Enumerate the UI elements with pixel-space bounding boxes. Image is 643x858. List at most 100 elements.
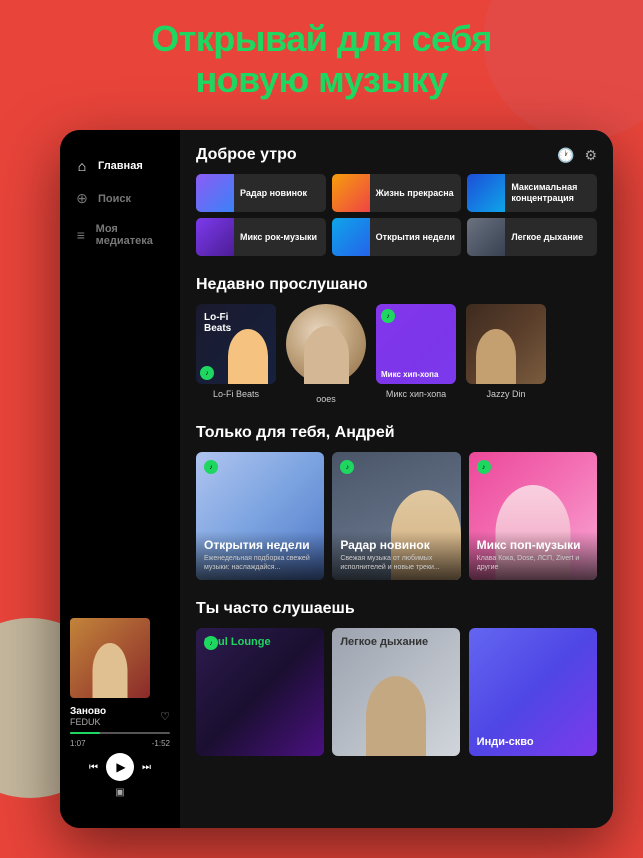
spotify-badge-hiphop: ♪ bbox=[381, 309, 395, 323]
recently-jazzy[interactable]: Jazzy Din bbox=[466, 304, 546, 404]
player-info: Заново FEDUK ♡ bbox=[70, 706, 170, 727]
breathe-label: Легкое дыхание bbox=[340, 636, 428, 648]
main-content: Доброе утро 🕐 ⚙ Радар новинок Жизнь прек… bbox=[180, 130, 613, 828]
quick-thumb-breathe bbox=[467, 218, 505, 256]
next-button[interactable]: ⏭ bbox=[142, 762, 151, 773]
lofi-card-wrap: Lo-FiBeats ♪ bbox=[196, 304, 276, 384]
quick-thumb-radar bbox=[196, 174, 234, 212]
quick-item-life[interactable]: Жизнь прекрасна bbox=[332, 174, 462, 212]
jazzy-card-wrap bbox=[466, 304, 546, 384]
time-total: -1:52 bbox=[152, 739, 170, 748]
time-row: 1:07 -1:52 bbox=[70, 739, 170, 748]
ooes-figure bbox=[304, 326, 349, 384]
recently-header: Недавно прослушано bbox=[196, 276, 597, 294]
jazzy-figure bbox=[476, 329, 516, 384]
quick-label-discovery: Открытия недели bbox=[370, 232, 461, 243]
radar-overlay: Радар новинок Свежая музыка от любимых и… bbox=[332, 531, 460, 580]
sidebar-item-home[interactable]: ⌂ Главная bbox=[60, 150, 180, 182]
hiphop-img: Микс хип-хопа ♪ bbox=[376, 304, 456, 384]
player-artist: FEDUK bbox=[70, 717, 106, 727]
quick-item-maxconc[interactable]: Максимальная концентрация bbox=[467, 174, 597, 212]
search-icon: ⊕ bbox=[74, 190, 90, 207]
quick-item-breathe[interactable]: Легкое дыхание bbox=[467, 218, 597, 256]
hiphop-label: Микс хип-хопа bbox=[381, 370, 451, 379]
often-breathe[interactable]: Легкое дыхание bbox=[332, 628, 460, 756]
lofi-name: Lo-Fi Beats bbox=[196, 389, 276, 399]
player-title: Заново bbox=[70, 706, 106, 717]
greeting-header: Доброе утро 🕐 ⚙ bbox=[196, 146, 597, 164]
jazzy-name: Jazzy Din bbox=[466, 389, 546, 399]
spotify-badge-lofi: ♪ bbox=[200, 366, 214, 380]
header-line1: Открывай для себя bbox=[151, 18, 492, 59]
foryou-grid: ♪ Открытия недели Еженедельная подборка … bbox=[196, 452, 597, 580]
player: Заново FEDUK ♡ 1:07 -1:52 ⏮ ▶ ⏭ ▣ bbox=[60, 608, 180, 808]
header-text: Открывай для себя новую музыку bbox=[0, 18, 643, 101]
prev-button[interactable]: ⏮ bbox=[89, 762, 98, 773]
ooes-img bbox=[286, 304, 366, 384]
foryou-pop[interactable]: ♪ Микс поп-музыки Клава Кока, Dose, ЛСП,… bbox=[469, 452, 597, 580]
sidebar-item-library[interactable]: ≡ Моя медиатека bbox=[60, 215, 180, 255]
sidebar-item-search[interactable]: ⊕ Поиск bbox=[60, 182, 180, 215]
often-soul[interactable]: ♪ Soul Lounge bbox=[196, 628, 324, 756]
recently-ooes[interactable]: ooes bbox=[286, 304, 366, 404]
foryou-radar[interactable]: ♪ Радар новинок Свежая музыка от любимых… bbox=[332, 452, 460, 580]
indie-label: Инди-скво bbox=[477, 736, 534, 748]
progress-fill bbox=[70, 732, 100, 734]
quick-label-rockmix: Микс рок-музыки bbox=[234, 232, 323, 243]
foryou-pop-img: ♪ Микс поп-музыки Клава Кока, Dose, ЛСП,… bbox=[469, 452, 597, 580]
time-current: 1:07 bbox=[70, 739, 86, 748]
player-album-art bbox=[70, 618, 150, 698]
play-button[interactable]: ▶ bbox=[106, 753, 134, 781]
ooes-card-wrap bbox=[286, 304, 366, 389]
hiphop-card-wrap: Микс хип-хопа ♪ bbox=[376, 304, 456, 384]
jazzy-img bbox=[466, 304, 546, 384]
history-icon[interactable]: 🕐 bbox=[557, 147, 574, 164]
recently-row: Lo-FiBeats ♪ Lo-Fi Beats ooes bbox=[196, 304, 597, 404]
settings-icon[interactable]: ⚙ bbox=[584, 147, 597, 164]
player-art-figure bbox=[93, 643, 128, 698]
sidebar-search-label: Поиск bbox=[98, 193, 131, 205]
radar-title: Радар новинок bbox=[340, 539, 452, 552]
sidebar: ⌂ Главная ⊕ Поиск ≡ Моя медиатека Заново… bbox=[60, 130, 180, 828]
cast-icon: ▣ bbox=[115, 787, 124, 798]
quick-thumb-rockmix bbox=[196, 218, 234, 256]
recently-lofi[interactable]: Lo-FiBeats ♪ Lo-Fi Beats bbox=[196, 304, 276, 404]
breathe-person bbox=[366, 676, 426, 756]
discovery-desc: Еженедельная подборка свежей музыки: нас… bbox=[204, 554, 316, 572]
often-grid: ♪ Soul Lounge Легкое дыхание Инди-скво bbox=[196, 628, 597, 756]
quick-item-discovery[interactable]: Открытия недели bbox=[332, 218, 462, 256]
recently-title: Недавно прослушано bbox=[196, 276, 368, 294]
quick-grid: Радар новинок Жизнь прекрасна Максимальн… bbox=[196, 174, 597, 256]
often-indie[interactable]: Инди-скво bbox=[469, 628, 597, 756]
lofi-figure bbox=[228, 329, 268, 384]
radar-desc: Свежая музыка от любимых исполнителей и … bbox=[340, 554, 452, 572]
quick-thumb-life bbox=[332, 174, 370, 212]
lofi-card-text: Lo-FiBeats bbox=[204, 312, 231, 334]
soul-label: Soul Lounge bbox=[204, 636, 271, 648]
quick-label-breathe: Легкое дыхание bbox=[505, 232, 589, 243]
quick-label-radar: Радар новинок bbox=[234, 188, 313, 199]
header-line2: новую музыку bbox=[195, 59, 447, 100]
hiphop-name: Микс хип-хопа bbox=[376, 389, 456, 399]
player-controls: ⏮ ▶ ⏭ bbox=[70, 753, 170, 781]
spotify-badge-radar: ♪ bbox=[340, 460, 354, 474]
pop-overlay: Микс поп-музыки Клава Кока, Dose, ЛСП, Z… bbox=[469, 531, 597, 580]
recently-hiphop[interactable]: Микс хип-хопа ♪ Микс хип-хопа bbox=[376, 304, 456, 404]
quick-item-rockmix[interactable]: Микс рок-музыки bbox=[196, 218, 326, 256]
quick-item-radar[interactable]: Радар новинок bbox=[196, 174, 326, 212]
quick-thumb-maxconc bbox=[467, 174, 505, 212]
quick-label-life: Жизнь прекрасна bbox=[370, 188, 460, 199]
progress-bar[interactable] bbox=[70, 732, 170, 734]
sidebar-home-label: Главная bbox=[98, 160, 143, 172]
foryou-discovery[interactable]: ♪ Открытия недели Еженедельная подборка … bbox=[196, 452, 324, 580]
greeting-title: Доброе утро bbox=[196, 146, 297, 164]
often-title: Ты часто слушаешь bbox=[196, 600, 355, 618]
tablet-frame: ⌂ Главная ⊕ Поиск ≡ Моя медиатека Заново… bbox=[60, 130, 613, 828]
header-icons: 🕐 ⚙ bbox=[557, 147, 597, 164]
heart-icon[interactable]: ♡ bbox=[160, 710, 170, 723]
foryou-discovery-img: ♪ Открытия недели Еженедельная подборка … bbox=[196, 452, 324, 580]
device-icon[interactable]: ▣ bbox=[70, 787, 170, 798]
pop-desc: Клава Кока, Dose, ЛСП, Zivert и другие bbox=[477, 554, 589, 572]
library-icon: ≡ bbox=[74, 227, 88, 243]
spotify-badge-discovery: ♪ bbox=[204, 460, 218, 474]
